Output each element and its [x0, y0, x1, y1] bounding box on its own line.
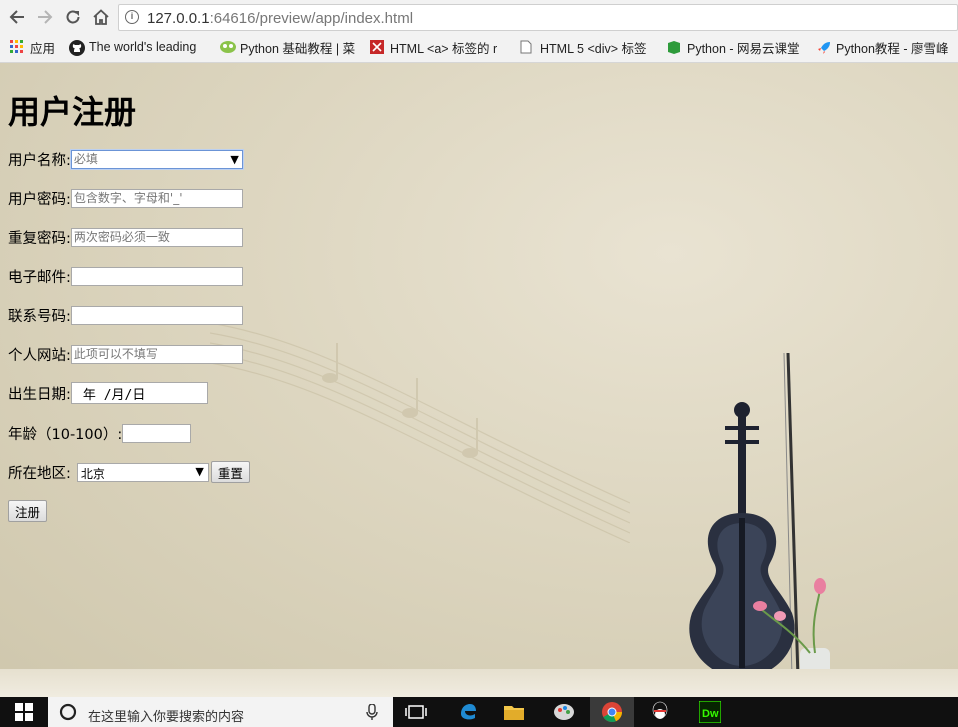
- url-text: 127.0.0.1:64616/preview/app/index.html: [147, 10, 414, 27]
- bookmark-html5-div[interactable]: HTML 5 <div> 标签: [520, 36, 658, 58]
- qq-penguin-icon[interactable]: [638, 697, 682, 727]
- chrome-browser-icon[interactable]: [590, 697, 634, 727]
- chevron-down-icon: ▼: [195, 464, 204, 478]
- phone-input[interactable]: [70, 305, 243, 325]
- bookmark-github[interactable]: The world's leading: [69, 36, 207, 58]
- username-input[interactable]: [70, 149, 243, 169]
- bookmark-label: Python 基础教程 | 菜: [240, 41, 356, 56]
- windows-start-icon[interactable]: [2, 697, 46, 727]
- birthday-label: 出生日期:: [8, 386, 71, 403]
- cortana-circle-icon: [59, 703, 77, 721]
- file-explorer-icon[interactable]: [492, 697, 536, 727]
- region-selected-value: 北京: [80, 466, 105, 481]
- region-label: 所在地区:: [8, 465, 71, 482]
- svg-text:Dw: Dw: [702, 708, 719, 720]
- taskbar-search-box[interactable]: 在这里输入你要搜索的内容: [48, 697, 393, 727]
- age-label: 年龄（10-100）:: [8, 426, 123, 443]
- register-button[interactable]: 注册: [8, 500, 48, 522]
- email-label: 电子邮件:: [8, 269, 71, 286]
- submit-row: 注册: [8, 500, 48, 522]
- bookmark-label: HTML 5 <div> 标签: [540, 41, 647, 56]
- edge-browser-icon[interactable]: [446, 697, 490, 727]
- bookmarks-bar: 应用 The world's leading Python 基础教程 | 菜 H…: [0, 36, 958, 58]
- region-row: 所在地区: 北京 ▼ 重置: [8, 461, 250, 483]
- page-viewport: 用户注册 用户名称: ▼ 用户密码: 重复密码: 电子邮件: 联系号码: 个人网…: [0, 63, 958, 697]
- repeat-password-label: 重复密码:: [8, 230, 71, 247]
- back-arrow-icon[interactable]: [6, 6, 28, 28]
- page-title: 用户注册: [8, 93, 137, 131]
- birthday-date-input[interactable]: 年 /月/日: [70, 382, 208, 404]
- paint-app-icon[interactable]: [542, 697, 586, 727]
- website-row: 个人网站:: [8, 343, 243, 365]
- age-row: 年龄（10-100）:: [8, 422, 192, 444]
- netease-icon: [667, 40, 681, 54]
- repeat-password-input[interactable]: [70, 227, 243, 247]
- password-input[interactable]: [70, 188, 243, 208]
- forward-arrow-icon[interactable]: [34, 6, 56, 28]
- birthday-row: 出生日期: 年 /月/日: [8, 382, 208, 404]
- address-bar[interactable]: i 127.0.0.1:64616/preview/app/index.html: [118, 4, 958, 31]
- phone-row: 联系号码:: [8, 304, 243, 326]
- windows-taskbar: 在这里输入你要搜索的内容 Dw: [0, 697, 958, 727]
- reload-icon[interactable]: [62, 6, 84, 28]
- apps-grid-icon: [10, 40, 24, 54]
- password-label: 用户密码:: [8, 191, 71, 208]
- bookmark-netease[interactable]: Python - 网易云课堂: [667, 36, 807, 58]
- bookmark-liaoxuefeng[interactable]: Python教程 - 廖雪峰: [816, 36, 958, 58]
- bookmark-label: The world's leading: [89, 40, 197, 54]
- reset-button[interactable]: 重置: [210, 461, 250, 483]
- password-row: 用户密码:: [8, 187, 243, 209]
- rocket-icon: [816, 40, 830, 54]
- violin-illustration: [689, 352, 830, 688]
- bookmark-apps[interactable]: 应用: [10, 36, 55, 58]
- browser-chrome: i 127.0.0.1:64616/preview/app/index.html…: [0, 0, 958, 63]
- username-field-wrap: ▼: [70, 149, 243, 169]
- email-input[interactable]: [70, 266, 243, 286]
- birthday-date-value: 年 /月/日: [82, 387, 146, 403]
- bookmark-runoob[interactable]: Python 基础教程 | 菜: [220, 36, 356, 58]
- github-icon: [69, 40, 85, 56]
- home-icon[interactable]: [90, 6, 112, 28]
- dreamweaver-icon[interactable]: Dw: [688, 697, 732, 727]
- music-staff-decoration: [210, 322, 630, 543]
- email-row: 电子邮件:: [8, 265, 243, 287]
- username-label: 用户名称:: [8, 152, 71, 169]
- bookmark-label: Python - 网易云课堂: [687, 41, 800, 56]
- runoob-icon: [220, 40, 236, 54]
- task-view-icon[interactable]: [394, 697, 438, 727]
- site-info-icon[interactable]: i: [125, 10, 139, 24]
- w3school-icon: [370, 40, 384, 54]
- taskbar-search-placeholder: 在这里输入你要搜索的内容: [88, 709, 245, 724]
- floor-shelf: [0, 669, 958, 697]
- age-input[interactable]: [122, 423, 192, 443]
- bookmark-label: Python教程 - 廖雪峰: [836, 41, 949, 56]
- phone-label: 联系号码:: [8, 308, 71, 325]
- region-select[interactable]: 北京 ▼: [76, 462, 209, 482]
- website-input[interactable]: [70, 344, 243, 364]
- website-label: 个人网站:: [8, 347, 71, 364]
- microphone-icon[interactable]: [366, 704, 378, 721]
- username-row: 用户名称: ▼: [8, 148, 243, 170]
- bookmark-label: 应用: [30, 41, 56, 56]
- page-icon: [520, 40, 534, 54]
- repeat-password-row: 重复密码:: [8, 226, 243, 248]
- bookmark-label: HTML <a> 标签的 r: [390, 41, 498, 56]
- bookmark-w3school[interactable]: HTML <a> 标签的 r: [370, 36, 506, 58]
